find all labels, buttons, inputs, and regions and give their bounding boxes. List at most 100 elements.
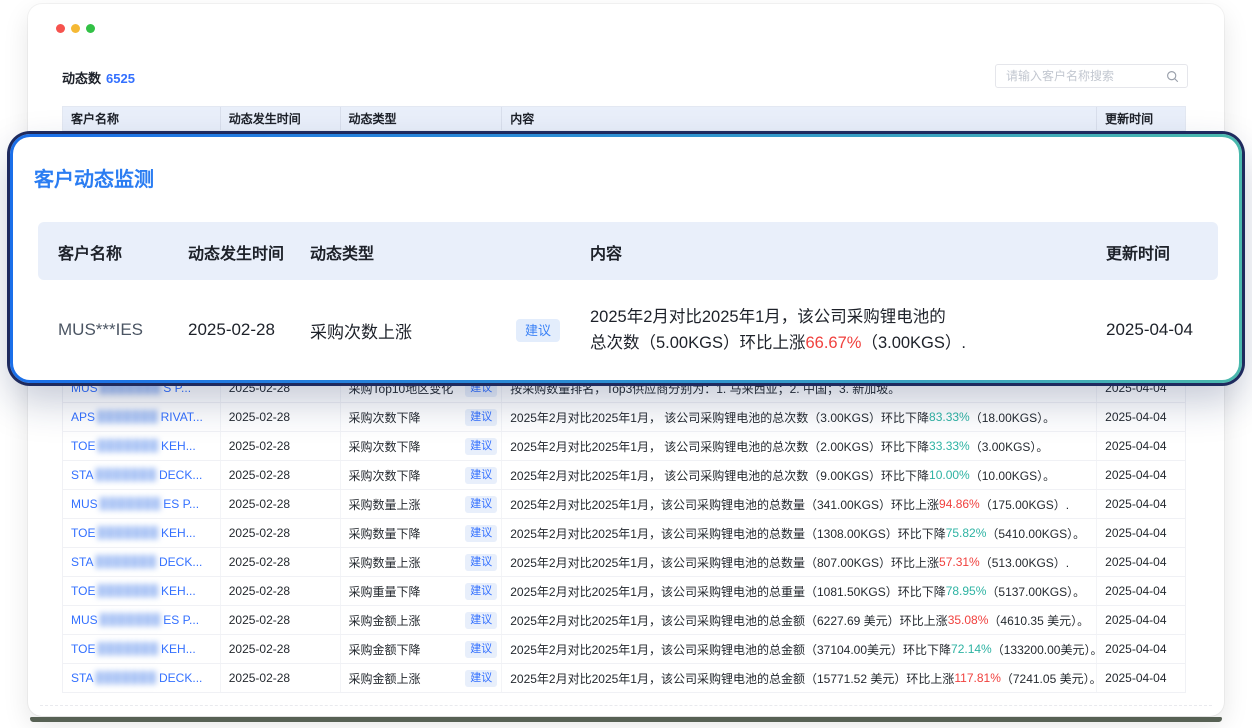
column-header-updated: 更新时间	[1097, 107, 1185, 130]
customer-name-redacted: ███████	[95, 469, 157, 481]
customer-name-prefix: APS	[71, 410, 95, 424]
content-before: 2025年2月对比2025年1月，该公司采购锂电池的总重量（1081.50KGS…	[510, 583, 945, 600]
suggestion-badge: 建议	[465, 612, 497, 629]
event-type: 采购次数下降	[349, 409, 421, 426]
column-header-event-type: 动态类型	[341, 107, 503, 130]
event-date: 2025-02-28	[221, 548, 341, 576]
customer-name-cell[interactable]: TOE███████KEH...	[63, 577, 221, 605]
event-date: 2025-02-28	[221, 577, 341, 605]
suggestion-badge: 建议	[465, 670, 497, 687]
customer-name-prefix: STA	[71, 671, 93, 685]
customer-name-cell[interactable]: MUS███████ES P...	[63, 490, 221, 518]
event-date: 2025-02-28	[221, 519, 341, 547]
customer-name-cell[interactable]: TOE███████KEH...	[63, 519, 221, 547]
content-after: （133200.00美元）。	[992, 641, 1097, 658]
customer-name-cell[interactable]: MUS███████ES P...	[63, 606, 221, 634]
dynamics-count-label: 动态数	[62, 71, 101, 86]
customer-name-suffix: DECK...	[159, 468, 202, 482]
popover-table-row[interactable]: MUS***IES 2025-02-28 采购次数上涨 建议 2025年2月对比…	[38, 285, 1218, 375]
content-percent: 94.86%	[939, 497, 980, 511]
event-date: 2025-02-28	[221, 461, 341, 489]
content-before: 2025年2月对比2025年1月， 该公司采购锂电池的总次数（3.00KGS）环…	[510, 409, 929, 426]
content-after: （18.00KGS）。	[970, 409, 1055, 426]
customer-name-cell[interactable]: STA███████DECK...	[63, 548, 221, 576]
popover-column-customer: 客户名称	[58, 238, 188, 264]
content-percent: 83.33%	[929, 410, 970, 424]
table-row[interactable]: MUS███████ES P... 2025-02-28 采购金额上涨 建议 2…	[63, 606, 1185, 635]
popover-content-line2: 总次数（5.00KGS）环比上涨	[590, 334, 805, 352]
popover-column-content: 内容	[590, 238, 1098, 264]
close-window-button[interactable]	[56, 24, 65, 33]
update-date: 2025-04-04	[1097, 606, 1185, 634]
customer-name-redacted: ███████	[95, 672, 157, 684]
customer-name-suffix: ES P...	[163, 613, 199, 627]
customer-name-prefix: STA	[71, 555, 93, 569]
event-type: 采购数量上涨	[349, 554, 421, 571]
customer-name-suffix: ES P...	[163, 497, 199, 511]
table-body: MUS███████S P... 2025-02-28 采购Top10地区变化 …	[62, 374, 1186, 693]
popover-content: 2025年2月对比2025年1月，该公司采购锂电池的 总次数（5.00KGS）环…	[590, 304, 966, 356]
popover-customer-name: MUS***IES	[58, 320, 188, 340]
table-row[interactable]: APS███████RIVAT... 2025-02-28 采购次数下降 建议 …	[63, 403, 1185, 432]
content-after: （5410.00KGS）。	[986, 525, 1085, 542]
customer-name-prefix: MUS	[71, 613, 98, 627]
table-row[interactable]: TOE███████KEH... 2025-02-28 采购金额下降 建议 20…	[63, 635, 1185, 664]
suggestion-badge: 建议	[465, 641, 497, 658]
content-percent: 35.08%	[948, 613, 989, 627]
content-after: （3.00KGS）。	[970, 438, 1049, 455]
detail-popover: 客户动态监测 客户名称 动态发生时间 动态类型 内容 更新时间 MUS***IE…	[10, 134, 1242, 383]
suggestion-badge: 建议	[465, 467, 497, 484]
customer-name-prefix: TOE	[71, 526, 95, 540]
event-type: 采购重量下降	[349, 583, 421, 600]
suggestion-badge: 建议	[465, 496, 497, 513]
table-row[interactable]: MUS███████ES P... 2025-02-28 采购数量上涨 建议 2…	[63, 490, 1185, 519]
customer-name-cell[interactable]: STA███████DECK...	[63, 664, 221, 692]
event-date: 2025-02-28	[221, 490, 341, 518]
customer-name-cell[interactable]: TOE███████KEH...	[63, 635, 221, 663]
content-before: 2025年2月对比2025年1月，该公司采购锂电池的总金额（6227.69 美元…	[510, 612, 947, 629]
popover-content-line1: 2025年2月对比2025年1月，该公司采购锂电池的	[590, 308, 946, 326]
customer-search-box[interactable]	[995, 64, 1188, 88]
popover-update-date: 2025-04-04	[1098, 320, 1218, 340]
table-row[interactable]: STA███████DECK... 2025-02-28 采购金额上涨 建议 2…	[63, 664, 1185, 693]
update-date: 2025-04-04	[1097, 461, 1185, 489]
content-before: 2025年2月对比2025年1月， 该公司采购锂电池的总次数（2.00KGS）环…	[510, 438, 929, 455]
content-after: （5137.00KGS）。	[986, 583, 1085, 600]
content-percent: 33.33%	[929, 439, 970, 453]
customer-name-cell[interactable]: TOE███████KEH...	[63, 432, 221, 460]
detail-popover-body: 客户动态监测 客户名称 动态发生时间 动态类型 内容 更新时间 MUS***IE…	[13, 137, 1239, 380]
popover-column-event-type: 动态类型	[310, 238, 590, 264]
window-controls	[56, 24, 95, 33]
customer-name-redacted: ███████	[97, 411, 159, 423]
customer-name-cell[interactable]: APS███████RIVAT...	[63, 403, 221, 431]
customer-name-prefix: STA	[71, 468, 93, 482]
update-date: 2025-04-04	[1097, 432, 1185, 460]
content-percent: 78.95%	[946, 584, 987, 598]
maximize-window-button[interactable]	[86, 24, 95, 33]
popover-content-after: （3.00KGS）.	[861, 334, 966, 352]
table-row[interactable]: STA███████DECK... 2025-02-28 采购数量上涨 建议 2…	[63, 548, 1185, 577]
content-after: （4610.35 美元）。	[988, 612, 1089, 629]
content-after: （513.00KGS）.	[980, 554, 1069, 571]
table-row[interactable]: TOE███████KEH... 2025-02-28 采购数量下降 建议 20…	[63, 519, 1185, 548]
customer-name-cell[interactable]: STA███████DECK...	[63, 461, 221, 489]
search-input[interactable]	[996, 69, 1166, 83]
table-row[interactable]: TOE███████KEH... 2025-02-28 采购次数下降 建议 20…	[63, 432, 1185, 461]
content-before: 2025年2月对比2025年1月，该公司采购锂电池的总金额（37104.00美元…	[510, 641, 951, 658]
customer-name-suffix: S P...	[163, 381, 191, 395]
table-row[interactable]: TOE███████KEH... 2025-02-28 采购重量下降 建议 20…	[63, 577, 1185, 606]
customer-name-redacted: ███████	[95, 556, 157, 568]
popover-column-event-date: 动态发生时间	[188, 238, 310, 264]
minimize-window-button[interactable]	[71, 24, 80, 33]
content-after: （7241.05 美元）。	[1001, 670, 1097, 687]
suggestion-badge: 建议	[465, 438, 497, 455]
search-icon[interactable]	[1166, 70, 1179, 83]
customer-name-suffix: KEH...	[161, 439, 196, 453]
event-type: 采购金额上涨	[349, 670, 421, 687]
customer-name-prefix: TOE	[71, 439, 95, 453]
event-date: 2025-02-28	[221, 432, 341, 460]
customer-name-suffix: KEH...	[161, 584, 196, 598]
dynamics-count-value: 6525	[106, 71, 135, 86]
table-row[interactable]: STA███████DECK... 2025-02-28 采购次数下降 建议 2…	[63, 461, 1185, 490]
content-percent: 72.14%	[951, 642, 992, 656]
